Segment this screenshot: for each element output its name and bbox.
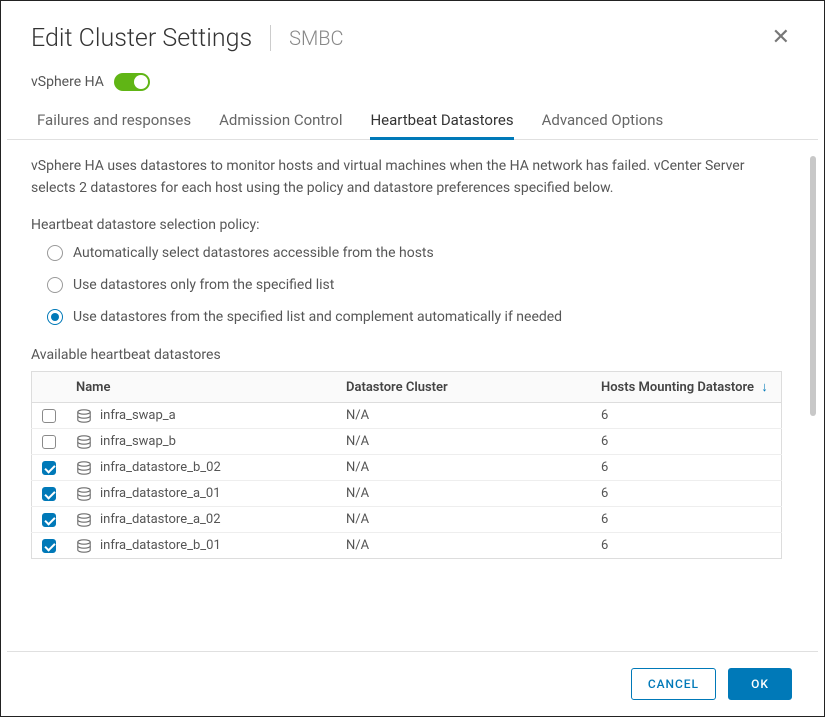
dialog-header: Edit Cluster Settings SMBC ✕	[1, 1, 824, 67]
hosts-mounting-count: 6	[591, 429, 782, 455]
row-checkbox[interactable]	[42, 513, 56, 527]
description-text: vSphere HA uses datastores to monitor ho…	[31, 156, 782, 199]
col-header-hosts-label: Hosts Mounting Datastore	[601, 380, 754, 395]
hosts-mounting-count: 6	[591, 533, 782, 559]
row-checkbox[interactable]	[42, 539, 56, 553]
close-icon: ✕	[772, 25, 790, 50]
policy-option-label: Use datastores only from the specified l…	[73, 277, 334, 293]
policy-option-label: Use datastores from the specified list a…	[73, 309, 562, 325]
datastore-name: infra_swap_a	[100, 408, 176, 423]
datastore-name: infra_datastore_b_02	[100, 460, 221, 475]
ok-button[interactable]: OK	[728, 668, 792, 700]
edit-cluster-settings-dialog: Edit Cluster Settings SMBC ✕ vSphere HA …	[1, 1, 824, 716]
dialog-body: vSphere HA uses datastores to monitor ho…	[1, 140, 824, 651]
hosts-mounting-count: 6	[591, 403, 782, 429]
col-header-name[interactable]: Name	[66, 372, 336, 403]
policy-option-auto[interactable]: Automatically select datastores accessib…	[47, 245, 782, 261]
policy-option-label: Automatically select datastores accessib…	[73, 245, 434, 261]
policy-label: Heartbeat datastore selection policy:	[31, 217, 782, 233]
available-datastores-label: Available heartbeat datastores	[31, 347, 782, 363]
vsphere-ha-row: vSphere HA	[1, 67, 824, 105]
tab-failures[interactable]: Failures and responses	[37, 105, 191, 139]
hosts-mounting-count: 6	[591, 455, 782, 481]
radio-icon	[47, 245, 63, 261]
col-header-cluster[interactable]: Datastore Cluster	[336, 372, 591, 403]
close-button[interactable]: ✕	[768, 23, 794, 53]
datastore-icon	[76, 461, 92, 475]
radio-icon	[47, 277, 63, 293]
datastore-icon	[76, 487, 92, 501]
vsphere-ha-label: vSphere HA	[31, 74, 104, 90]
datastore-icon	[76, 409, 92, 423]
row-checkbox[interactable]	[42, 409, 56, 423]
sort-arrow-down-icon: ↓	[761, 379, 768, 395]
cluster-name: SMBC	[289, 26, 343, 50]
table-row[interactable]: infra_swap_a N/A6	[32, 403, 782, 429]
tab-heartbeat[interactable]: Heartbeat Datastores	[370, 105, 513, 139]
radio-icon	[47, 309, 63, 325]
datastore-name: infra_datastore_b_01	[100, 538, 221, 553]
row-checkbox[interactable]	[42, 461, 56, 475]
dialog-title: Edit Cluster Settings	[31, 24, 252, 53]
body-scroll[interactable]: vSphere HA uses datastores to monitor ho…	[31, 156, 794, 651]
col-header-name-label: Name	[76, 380, 110, 395]
policy-radio-group: Automatically select datastores accessib…	[31, 245, 782, 325]
tab-admission[interactable]: Admission Control	[219, 105, 342, 139]
tab-bar: Failures and responses Admission Control H…	[7, 105, 818, 140]
col-header-cluster-label: Datastore Cluster	[346, 380, 448, 395]
table-row[interactable]: infra_datastore_a_01 N/A6	[32, 481, 782, 507]
datastore-cluster: N/A	[336, 403, 591, 429]
datastore-icon	[76, 435, 92, 449]
datastore-cluster: N/A	[336, 429, 591, 455]
table-row[interactable]: infra_datastore_b_02 N/A6	[32, 455, 782, 481]
heartbeat-datastores-table: Name Datastore Cluster Hosts Mounting Da…	[31, 371, 782, 559]
datastore-icon	[76, 539, 92, 553]
hosts-mounting-count: 6	[591, 507, 782, 533]
datastore-name: infra_datastore_a_01	[100, 486, 221, 501]
col-header-hosts[interactable]: Hosts Mounting Datastore ↓	[591, 372, 782, 403]
hosts-mounting-count: 6	[591, 481, 782, 507]
scrollbar[interactable]	[810, 156, 816, 416]
cancel-button[interactable]: CANCEL	[631, 668, 716, 700]
col-header-checkbox	[32, 372, 67, 403]
vsphere-ha-toggle[interactable]	[114, 73, 150, 91]
tab-advanced[interactable]: Advanced Options	[542, 105, 664, 139]
datastore-cluster: N/A	[336, 455, 591, 481]
policy-option-list-only[interactable]: Use datastores only from the specified l…	[47, 277, 782, 293]
datastore-cluster: N/A	[336, 481, 591, 507]
table-row[interactable]: infra_swap_b N/A6	[32, 429, 782, 455]
toggle-knob	[134, 75, 148, 89]
table-row[interactable]: infra_datastore_b_01 N/A6	[32, 533, 782, 559]
datastore-name: infra_swap_b	[100, 434, 176, 449]
row-checkbox[interactable]	[42, 487, 56, 501]
title-divider	[270, 25, 271, 51]
row-checkbox[interactable]	[42, 435, 56, 449]
dialog-footer: CANCEL OK	[7, 651, 818, 716]
table-row[interactable]: infra_datastore_a_02 N/A6	[32, 507, 782, 533]
policy-option-list-auto[interactable]: Use datastores from the specified list a…	[47, 309, 782, 325]
datastore-icon	[76, 513, 92, 527]
datastore-cluster: N/A	[336, 533, 591, 559]
datastore-cluster: N/A	[336, 507, 591, 533]
datastore-name: infra_datastore_a_02	[100, 512, 221, 527]
